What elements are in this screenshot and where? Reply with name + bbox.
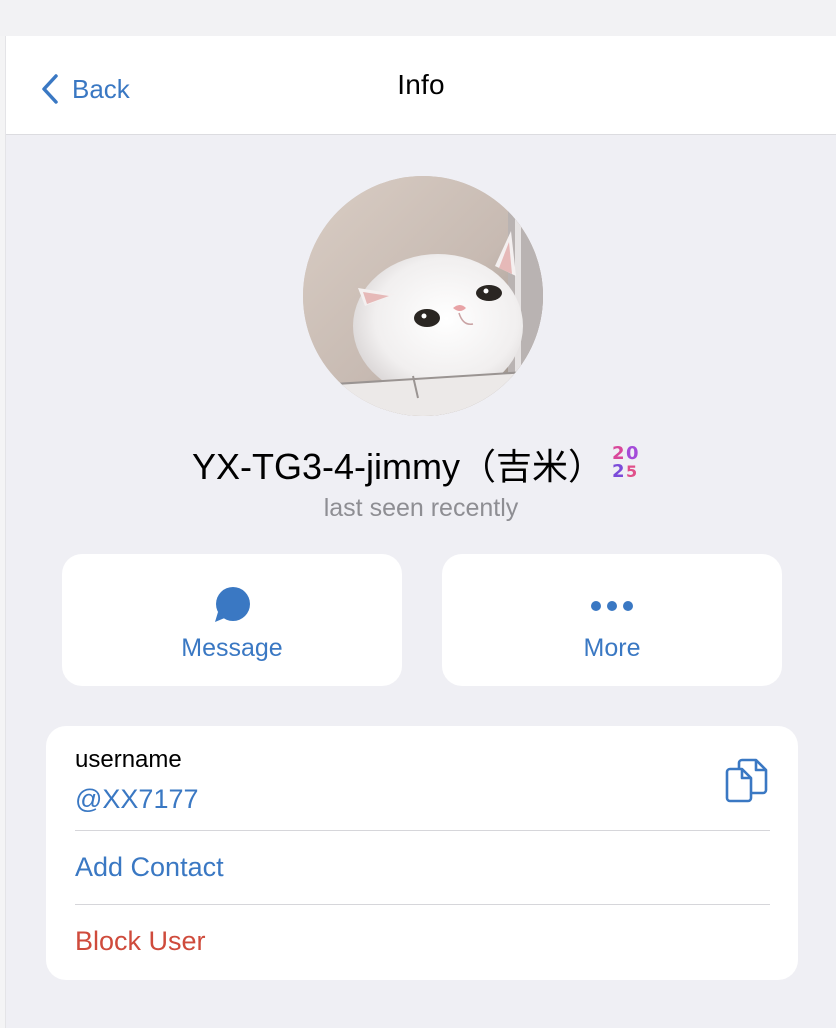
speech-bubble-icon xyxy=(215,587,250,622)
username-label: username xyxy=(75,746,182,773)
avatar[interactable] xyxy=(303,176,543,416)
message-button[interactable]: Message xyxy=(62,554,402,686)
username-value[interactable]: @XX7177 xyxy=(75,784,199,815)
info-card: username @XX7177 Add Contact Block User xyxy=(46,726,798,980)
last-seen-status: last seen recently xyxy=(323,494,519,522)
svg-text:2: 2 xyxy=(612,461,625,480)
add-contact-button[interactable]: Add Contact xyxy=(75,852,224,883)
copy-icon xyxy=(725,758,768,803)
message-label: Message xyxy=(181,634,283,662)
more-dots-icon xyxy=(591,601,633,611)
copy-button[interactable] xyxy=(722,756,770,804)
svg-text:5: 5 xyxy=(626,462,637,480)
more-button[interactable]: More xyxy=(442,554,782,686)
emoji-badge-icon: 2 0 2 5 xyxy=(610,440,650,489)
page-title: Info xyxy=(397,69,445,100)
more-label: More xyxy=(583,634,641,662)
profile-name: YX-TG3-4-jimmy（吉米） 2 0 2 5 xyxy=(6,438,836,490)
divider xyxy=(75,904,770,905)
navigation-bar: Back Info xyxy=(6,36,836,135)
divider xyxy=(75,830,770,831)
svg-text:0: 0 xyxy=(626,443,639,464)
profile-name-text: YX-TG3-4-jimmy（吉米） xyxy=(192,446,604,487)
block-user-button[interactable]: Block User xyxy=(75,926,206,957)
info-window: Back Info YX-TG3-4-jimmy（吉米） 2 0 2 5 las… xyxy=(6,36,836,1028)
